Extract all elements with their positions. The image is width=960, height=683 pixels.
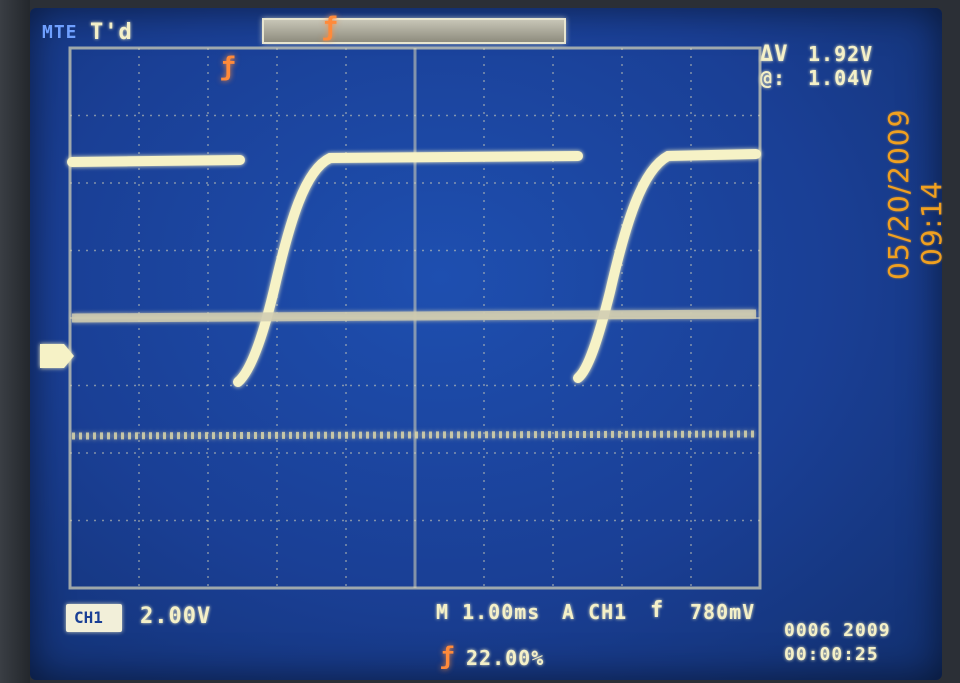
trigger-source: A CH1 xyxy=(562,600,628,624)
channel-1-label: CH1 xyxy=(74,608,103,627)
camera-datetime-stamp: 05/20/2009 09:14 xyxy=(882,109,948,280)
reference-trace xyxy=(71,309,757,323)
trigger-level: 780mV xyxy=(690,600,756,624)
channel-1-scale: 2.00V xyxy=(140,604,212,629)
status-counter-1: 0006 2009 xyxy=(784,620,891,641)
timebase-scale: M 1.00ms xyxy=(436,600,541,624)
stamp-date: 05/20/2009 xyxy=(882,108,915,280)
channel-1-badge[interactable]: CH1 xyxy=(66,604,122,632)
waveform-display xyxy=(40,46,762,590)
stamp-time: 09:14 xyxy=(915,180,948,266)
trigger-offset-icon: ƒ xyxy=(440,642,455,670)
trigger-slope-icon: f xyxy=(650,598,665,623)
trigger-offset: 22.00% xyxy=(466,646,545,670)
status-counter-2: 00:00:25 xyxy=(784,644,879,665)
